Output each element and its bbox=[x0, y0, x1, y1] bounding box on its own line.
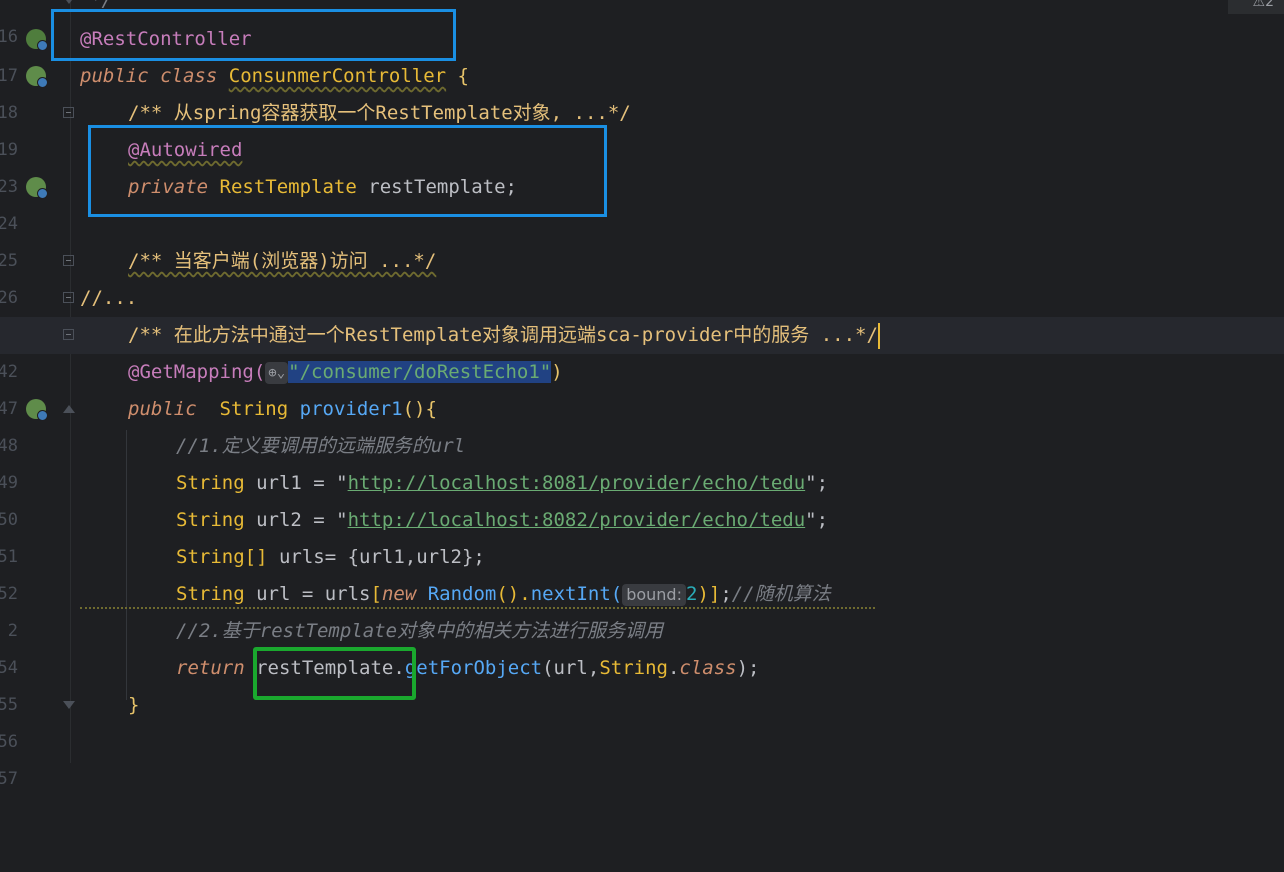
highlight-box-autowired bbox=[88, 125, 607, 217]
var-assign: url1 = " bbox=[244, 472, 348, 494]
doc-comment: /** 当客户端(浏览器)访问 ...*/ bbox=[128, 250, 437, 272]
code-line-current[interactable]: 42 /** 在此方法中通过一个RestTemplate对象调用远端sca-pr… bbox=[0, 317, 1284, 382]
fold-end-icon[interactable] bbox=[63, 701, 75, 709]
globe-icon[interactable]: ⊕⌄ bbox=[265, 361, 289, 384]
text-caret bbox=[877, 322, 880, 349]
highlight-box-rest-template bbox=[253, 647, 416, 700]
mapping-url-string: "/consumer/doRestEcho1" bbox=[288, 361, 552, 383]
code-line[interactable]: 48 public String provider1(){ bbox=[0, 391, 1284, 456]
closing-brace: } bbox=[128, 694, 140, 716]
line-number: 57 bbox=[0, 769, 18, 789]
dot: . bbox=[667, 657, 680, 679]
type-string: String bbox=[176, 472, 245, 494]
code-line[interactable]: 26 /** 当客户端(浏览器)访问 ...*/ bbox=[0, 243, 1284, 308]
string-end: "; bbox=[805, 509, 829, 531]
keyword-class: class bbox=[679, 657, 737, 679]
type-string: String bbox=[176, 509, 245, 531]
url-link[interactable]: http://localhost:8082/provider/echo/tedu bbox=[348, 509, 806, 531]
string-end: "; bbox=[805, 472, 829, 494]
type-string: String bbox=[599, 657, 668, 679]
var-assign: url2 = " bbox=[244, 509, 348, 531]
fold-icon[interactable] bbox=[63, 255, 74, 266]
class-name: ConsunmerController bbox=[228, 65, 447, 87]
type-string: String bbox=[219, 398, 289, 420]
type-string-array: String[] bbox=[176, 546, 268, 568]
line-comment: //1.定义要调用的远端服务的url bbox=[176, 435, 466, 457]
code-line[interactable]: 57 bbox=[0, 724, 1284, 789]
code-line[interactable]: 33 //... bbox=[0, 280, 1284, 345]
statement-end: ); bbox=[736, 657, 760, 679]
method-name: provider1 bbox=[299, 398, 403, 420]
line-comment: //2.基于restTemplate对象中的相关方法进行服务调用 bbox=[176, 620, 664, 642]
brace: { bbox=[446, 65, 469, 87]
spring-bean-icon[interactable] bbox=[26, 29, 48, 51]
autowired-bean-icon[interactable] bbox=[26, 177, 48, 199]
code-line[interactable]: 47 @GetMapping(⊕⌄ "/consumer/doRestEcho1"… bbox=[0, 354, 1284, 419]
warning-underline bbox=[80, 601, 875, 609]
code-line[interactable]: 54 //2.基于restTemplate对象中的相关方法进行服务调用 bbox=[0, 613, 1284, 678]
code-line[interactable]: 56 } bbox=[0, 687, 1284, 752]
array-init: urls= {url1,url2}; bbox=[267, 546, 485, 568]
fold-icon[interactable] bbox=[63, 292, 74, 303]
method-paren: (){ bbox=[402, 398, 437, 420]
code-line[interactable]: 52 String[] urls= {url1,url2}; bbox=[0, 539, 1284, 604]
keyword-public: public bbox=[80, 65, 149, 87]
endpoint-icon[interactable] bbox=[26, 399, 48, 421]
args: (url, bbox=[542, 657, 600, 679]
highlight-box-controller bbox=[51, 9, 456, 61]
doc-comment: /** 在此方法中通过一个RestTemplate对象调用远端sca-provi… bbox=[128, 324, 878, 346]
code-line[interactable]: 18 public class ConsunmerController { bbox=[0, 58, 1284, 123]
folded-comment: //... bbox=[80, 287, 138, 309]
code-line[interactable]: 50 String url1 = "http://localhost:8081/… bbox=[0, 465, 1284, 530]
method-get-for-object: getForObject bbox=[404, 657, 543, 679]
code-line[interactable]: 55 return restTemplate.getForObject(url,… bbox=[0, 650, 1284, 715]
url-link[interactable]: http://localhost:8081/provider/echo/tedu bbox=[348, 472, 806, 494]
code-editor[interactable]: ⚠2 16 */ 17 @RestController 18 public cl… bbox=[0, 0, 1284, 789]
code-line[interactable]: 51 String url2 = "http://localhost:8082/… bbox=[0, 502, 1284, 567]
fold-icon[interactable] bbox=[63, 329, 74, 340]
keyword-return: return bbox=[176, 657, 245, 679]
fold-icon[interactable] bbox=[63, 107, 74, 118]
fold-end-icon[interactable] bbox=[63, 0, 75, 4]
code-line[interactable]: 49 //1.定义要调用的远端服务的url bbox=[0, 428, 1284, 493]
fold-icon[interactable] bbox=[63, 405, 75, 413]
paren: ) bbox=[551, 361, 563, 383]
spring-bean-icon[interactable] bbox=[26, 66, 48, 88]
get-mapping-annotation: @GetMapping( bbox=[128, 361, 266, 383]
keyword-class: class bbox=[160, 65, 218, 87]
keyword-public: public bbox=[128, 398, 197, 420]
